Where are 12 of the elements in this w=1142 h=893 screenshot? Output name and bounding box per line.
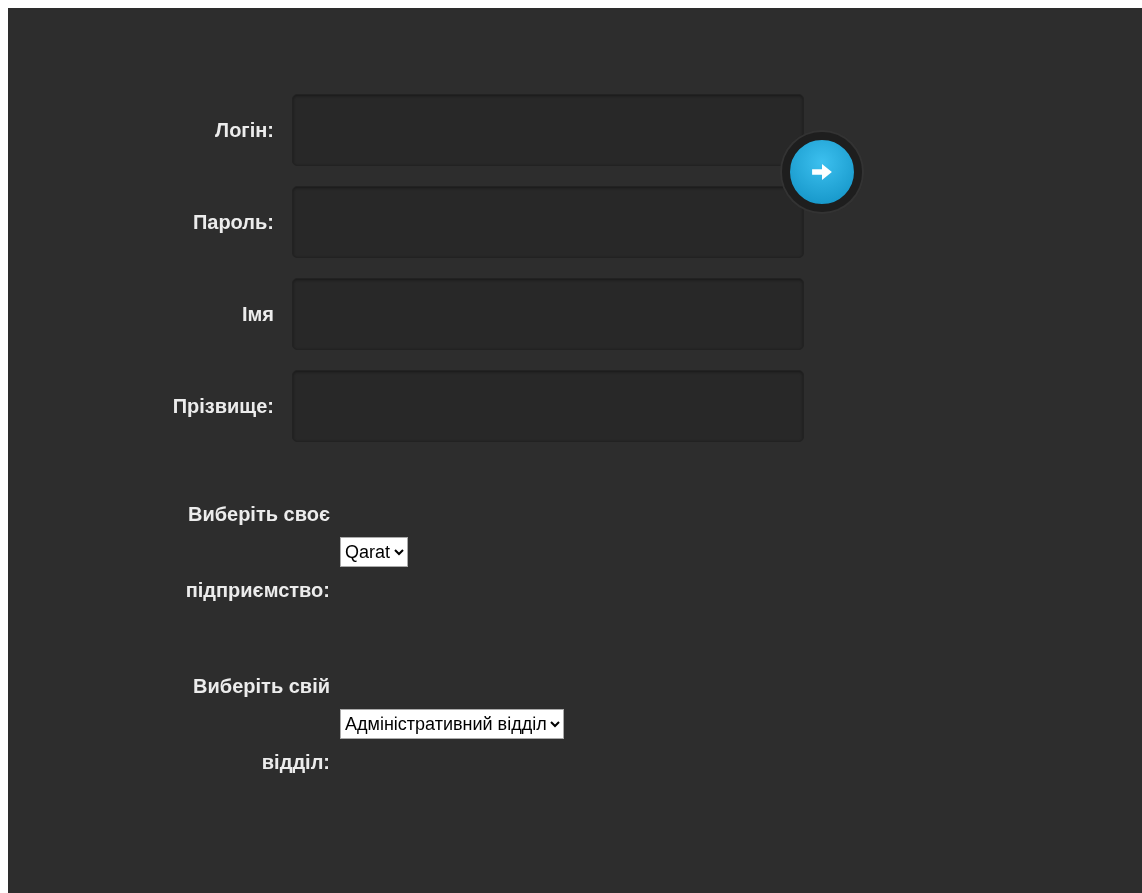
submit-button[interactable]	[782, 132, 862, 212]
input-field[interactable]	[292, 186, 804, 258]
field-label: Логін:	[214, 118, 275, 142]
field-label: Пароль:	[191, 210, 275, 234]
dropdown[interactable]: Qarat	[340, 537, 408, 567]
input-field[interactable]	[292, 94, 804, 166]
select-label: Виберіть своє підприємство:	[184, 502, 330, 603]
dropdown[interactable]: Адміністративний відділ	[340, 709, 564, 739]
field-label: Імя	[240, 302, 275, 326]
field-label: Прізвище:	[171, 394, 275, 418]
select-label: Виберіть свій відділ:	[192, 674, 330, 775]
arrow-icon	[811, 163, 833, 181]
